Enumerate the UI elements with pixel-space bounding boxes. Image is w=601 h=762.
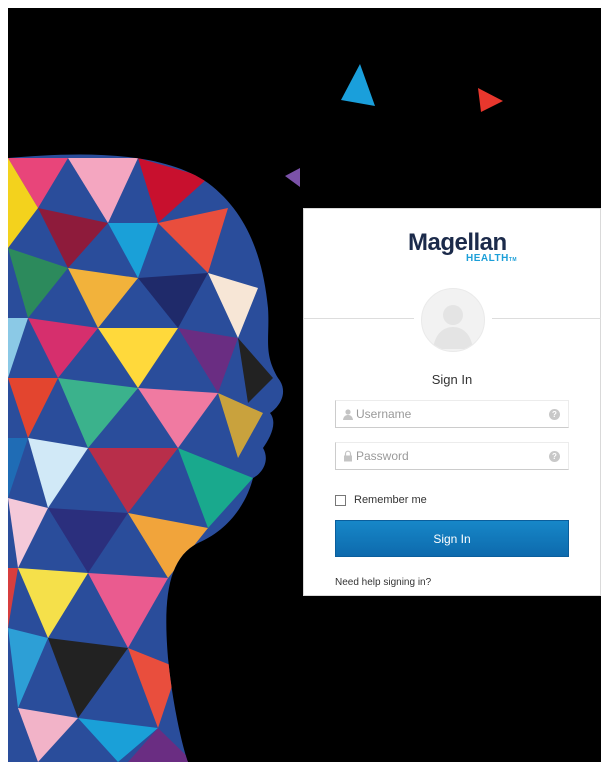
password-input[interactable] bbox=[356, 446, 536, 466]
logo-health-text: HEALTH bbox=[466, 253, 509, 264]
username-input[interactable] bbox=[356, 404, 536, 424]
password-field[interactable]: ? bbox=[335, 442, 569, 470]
blue-triangle-icon bbox=[341, 64, 375, 106]
magellan-health-logo: Magellan HEALTHTM bbox=[408, 229, 518, 269]
avatar bbox=[421, 288, 485, 352]
password-help-icon[interactable]: ? bbox=[549, 451, 560, 462]
logo-tagline: HEALTHTM bbox=[466, 253, 517, 264]
sign-in-button[interactable]: Sign In bbox=[335, 520, 569, 557]
red-triangle-icon bbox=[478, 88, 503, 112]
divider-left bbox=[304, 318, 414, 319]
remember-me-checkbox[interactable] bbox=[335, 494, 346, 506]
purple-triangle-icon bbox=[285, 168, 300, 187]
background-scene: Magellan HEALTHTM Sign In ? bbox=[8, 8, 601, 762]
form-title: Sign In bbox=[431, 372, 473, 387]
username-field[interactable]: ? bbox=[335, 400, 569, 428]
need-help-link[interactable]: Need help signing in? bbox=[335, 577, 431, 588]
remember-me-row[interactable]: Remember me bbox=[335, 492, 427, 508]
logo-trademark: TM bbox=[508, 257, 518, 263]
login-card: Magellan HEALTHTM Sign In ? bbox=[303, 208, 601, 596]
lock-icon bbox=[344, 450, 352, 462]
user-icon bbox=[343, 409, 353, 420]
default-user-icon bbox=[433, 305, 473, 349]
remember-me-label[interactable]: Remember me bbox=[354, 494, 427, 506]
divider-right bbox=[492, 318, 601, 319]
username-help-icon[interactable]: ? bbox=[549, 409, 560, 420]
